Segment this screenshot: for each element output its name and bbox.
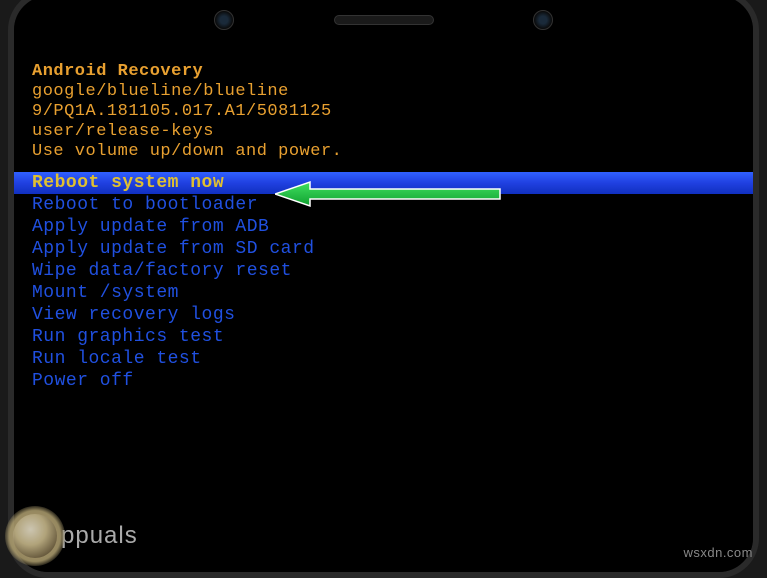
phone-top-bezel [14,0,753,44]
phone-frame: Android Recovery google/blueline/bluelin… [8,0,759,578]
menu-item-apply-update-adb[interactable]: Apply update from ADB [32,216,735,238]
menu-item-power-off[interactable]: Power off [32,370,735,392]
watermark-brand: ppuals [0,503,180,568]
keys-info: user/release-keys [32,122,735,142]
brand-logo-icon [5,506,65,566]
navigation-instructions: Use volume up/down and power. [32,142,735,162]
camera-right-icon [533,10,553,30]
menu-item-wipe-data[interactable]: Wipe data/factory reset [32,260,735,282]
recovery-title: Android Recovery [32,62,735,82]
menu-item-reboot-bootloader[interactable]: Reboot to bootloader [32,194,735,216]
menu-item-view-logs[interactable]: View recovery logs [32,304,735,326]
watermark-site: wsxdn.com [683,545,753,560]
menu-item-apply-update-sd[interactable]: Apply update from SD card [32,238,735,260]
device-info: google/blueline/blueline [32,82,735,102]
menu-item-reboot-system[interactable]: Reboot system now [14,172,753,194]
camera-left-icon [214,10,234,30]
build-info: 9/PQ1A.181105.017.A1/5081125 [32,102,735,122]
menu-item-graphics-test[interactable]: Run graphics test [32,326,735,348]
speaker-grille-icon [334,15,434,25]
recovery-menu: Reboot system now Reboot to bootloader A… [32,172,735,392]
brand-text: ppuals [61,522,138,550]
menu-item-mount-system[interactable]: Mount /system [32,282,735,304]
recovery-screen: Android Recovery google/blueline/bluelin… [14,44,753,572]
menu-item-locale-test[interactable]: Run locale test [32,348,735,370]
